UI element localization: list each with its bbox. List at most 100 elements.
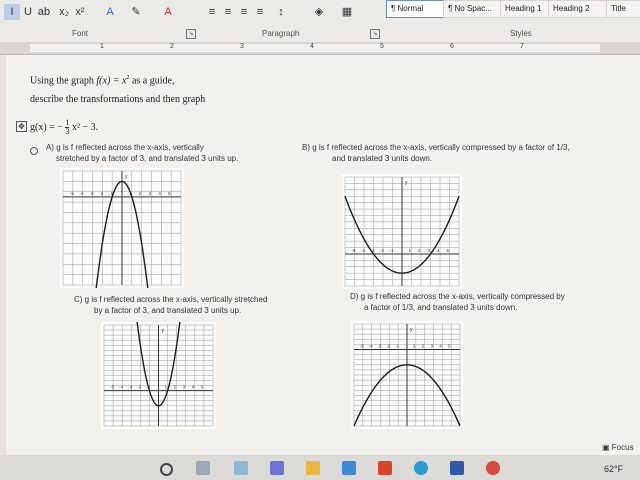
axis-label-y: y — [405, 180, 408, 186]
option-b-line1: B) g is f reflected across the x-axis, v… — [302, 143, 570, 152]
font-color-button[interactable]: A — [160, 4, 176, 20]
question-line-1: Using the graph f(x) = x2 as a guide, — [30, 75, 175, 87]
x-tick-label: -4 — [361, 248, 365, 253]
gx-label: g(x) = − — [30, 121, 63, 133]
x-tick-label: 3 — [428, 248, 431, 253]
x-tick-label: 1 — [409, 248, 412, 253]
search-icon[interactable] — [160, 463, 173, 476]
shading-button[interactable]: ◈ — [310, 4, 328, 20]
graph-a: y-5 -4 -3 -2 -1 1 2 3 4 5 — [60, 168, 184, 288]
x-tick-label: -3 — [378, 344, 382, 349]
word-icon[interactable] — [450, 461, 464, 475]
style-5[interactable]: Title — [606, 0, 640, 18]
option-b-text: B) g is f reflected across the x-axis, v… — [302, 142, 570, 164]
ruler-number: 6 — [450, 43, 454, 50]
x-tick-label: -5 — [70, 191, 74, 196]
x-tick-label: -5 — [352, 248, 356, 253]
x-tick-label: 5 — [447, 248, 450, 253]
underline-button[interactable]: U — [20, 4, 36, 20]
line1-a: Using the graph — [30, 75, 94, 87]
borders-button[interactable]: ▦ — [338, 4, 356, 20]
x-tick-label: -1 — [395, 344, 399, 349]
style-2[interactable]: ¶ No Spac... — [443, 0, 504, 18]
focus-icon: ▣ — [602, 443, 610, 452]
option-b-line2: and translated 3 units down. — [332, 154, 433, 163]
ruler-number: 1 — [100, 43, 104, 50]
justify-button[interactable]: ≡ — [253, 4, 267, 20]
x-tick-label: -2 — [99, 191, 103, 196]
text-effects-button[interactable]: A — [102, 4, 118, 20]
ruler: 1 2 3 4 5 6 7 — [0, 42, 640, 55]
file-explorer-icon[interactable] — [306, 461, 320, 475]
option-a-line2: stretched by a factor of 3, and translat… — [56, 154, 239, 163]
superscript-button[interactable]: x² — [72, 4, 88, 20]
taskbar: 62°F — [0, 455, 640, 480]
task-view-icon[interactable] — [196, 461, 210, 475]
question-line-2: describe the transformations and then gr… — [30, 94, 206, 105]
document-page[interactable]: Using the graph f(x) = x2 as a guide, de… — [6, 55, 640, 455]
option-a-text: A) g is f reflected across the x-axis, v… — [46, 142, 238, 164]
x-tick-label: -4 — [369, 344, 373, 349]
graph-b: y-5 -4 -3 -2 -1 1 2 3 4 5 — [342, 174, 462, 289]
table-move-handle-icon[interactable]: ✥ — [16, 121, 27, 132]
axis-label-y: y — [410, 327, 413, 333]
line-spacing-button[interactable]: ↕ — [272, 4, 290, 20]
option-a-line1: A) g is f reflected across the x-axis, v… — [46, 143, 204, 152]
x-tick-label: -2 — [137, 385, 141, 390]
gx-frac-den: 3 — [65, 127, 70, 136]
x-tick-label: -5 — [360, 344, 364, 349]
styles-group-label: Styles — [510, 29, 532, 38]
ruler-number: 3 — [240, 43, 244, 50]
line1-b: as a guide, — [131, 75, 175, 87]
highlight-button[interactable]: ✎ — [128, 4, 144, 20]
x-tick-label: -3 — [128, 385, 132, 390]
strikethrough-button[interactable]: ab — [36, 4, 52, 20]
paragraph-group-label: Paragraph — [262, 29, 300, 38]
option-c-text: C) g is f reflected across the x-axis, v… — [74, 294, 267, 316]
ruler-number: 7 — [520, 43, 524, 50]
x-tick-label: -5 — [110, 385, 114, 390]
weather-readout[interactable]: 62°F — [604, 464, 623, 474]
align-left-button[interactable]: ≡ — [205, 4, 219, 20]
graph-d: y-5 -4 -3 -2 -1 1 2 3 4 5 — [351, 321, 463, 429]
ruler-number: 5 — [380, 43, 384, 50]
option-c-line1: C) g is f reflected across the x-axis, v… — [74, 295, 268, 304]
style-4[interactable]: Heading 2 — [548, 0, 609, 18]
axis-label-y: y — [125, 174, 128, 180]
subscript-button[interactable]: x₂ — [56, 4, 72, 20]
font-group-label: Font — [72, 29, 89, 38]
x-tick-label: -4 — [80, 191, 84, 196]
style-1[interactable]: ¶ Normal — [386, 0, 447, 18]
focus-label: Focus — [611, 443, 634, 452]
widgets-icon[interactable] — [234, 461, 248, 475]
graph-c: y-5 -4 -3 -2 -1 1 2 3 4 5 — [101, 322, 216, 429]
ruler-text-area — [30, 44, 600, 52]
paragraph-dialog-launcher-icon[interactable]: ↘ — [370, 29, 380, 39]
edge-icon[interactable] — [414, 461, 428, 475]
ruler-number: 2 — [170, 43, 174, 50]
ribbon: I Uab x₂ x² A ✎ A ≡ ≡ ≡ ≡ ↕ ◈ ▦ Font ↘ Paragra… — [0, 0, 640, 43]
option-d-line1: D) g is f reflected across the x-axis, v… — [350, 292, 565, 301]
italic-button[interactable]: I — [4, 4, 20, 20]
focus-button[interactable]: ▣ Focus — [602, 443, 634, 452]
x-tick-label: -1 — [390, 248, 394, 253]
option-d-text: D) g is f reflected across the x-axis, v… — [350, 291, 565, 313]
x-tick-label: -2 — [380, 248, 384, 253]
ruler-number: 4 — [310, 43, 314, 50]
function-g: g(x) = − 1 3 x² − 3. — [30, 119, 98, 136]
gx-rest: x² − 3. — [71, 121, 99, 133]
font-dialog-launcher-icon[interactable]: ↘ — [186, 29, 196, 39]
office-icon[interactable] — [378, 461, 392, 475]
store-icon[interactable] — [342, 461, 356, 475]
chat-icon[interactable] — [270, 461, 284, 475]
option-c-line2: by a factor of 3, and translated 3 units… — [94, 306, 242, 315]
align-center-button[interactable]: ≡ — [221, 4, 235, 20]
align-right-button[interactable]: ≡ — [237, 4, 251, 20]
option-d-line2: a factor of 1/3, and translated 3 units … — [364, 303, 518, 312]
x-tick-label: -2 — [386, 344, 390, 349]
radio-circle-icon[interactable] — [30, 147, 38, 155]
x-tick-label: -4 — [119, 385, 123, 390]
x-tick-label: -3 — [90, 191, 94, 196]
chrome-icon[interactable] — [486, 461, 500, 475]
x-tick-label: 4 — [437, 248, 440, 253]
